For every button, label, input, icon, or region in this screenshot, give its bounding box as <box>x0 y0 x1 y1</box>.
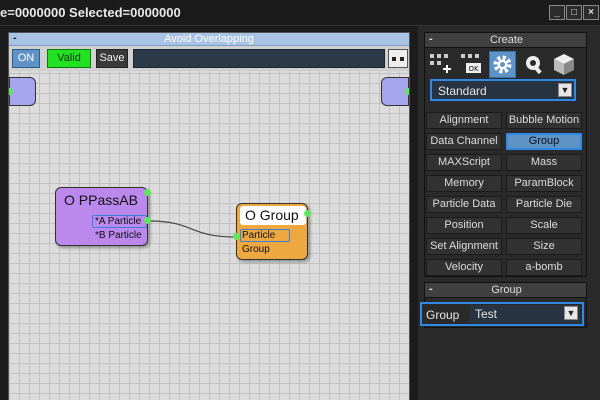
category-dropdown[interactable]: Standard ▼ <box>430 79 576 101</box>
operator-button-particle-data[interactable]: Particle Data <box>426 196 502 213</box>
operator-button-position[interactable]: Position <box>426 217 502 234</box>
chevron-down-icon[interactable]: ▼ <box>564 306 578 320</box>
canvas-header: - Avoid Overlapping <box>9 33 409 46</box>
group-rollout-header[interactable]: - Group <box>425 283 586 298</box>
rollout-title: Group <box>491 284 522 296</box>
node-title: O Group <box>245 207 299 223</box>
operator-button-maxscript[interactable]: MAXScript <box>426 154 502 171</box>
group-dropdown-value: Test <box>475 307 498 321</box>
node-port-label[interactable]: Particle <box>242 230 275 241</box>
operator-button-a-bomb[interactable]: a-bomb <box>506 259 582 276</box>
operator-button-alignment[interactable]: Alignment <box>426 112 502 129</box>
group-label: Group <box>426 308 460 322</box>
port-connector-icon[interactable] <box>233 233 240 240</box>
canvas-toolbar: ON Valid Save <box>9 46 409 71</box>
create-ok-icon[interactable]: OK <box>458 51 485 78</box>
rollout-title: Create <box>489 34 524 46</box>
operator-button-bubble-motion[interactable]: Bubble Motion <box>506 112 582 129</box>
restore-button[interactable]: □ <box>566 5 582 20</box>
port-connector-icon[interactable] <box>144 217 151 224</box>
wrench-icon[interactable] <box>520 51 547 78</box>
node-canvas[interactable]: - Avoid Overlapping ON Valid Save O PPas… <box>8 32 410 400</box>
create-rollout-header[interactable]: - Create <box>425 33 586 48</box>
command-panel: - Create OK Standard ▼ Alignment Bubble … <box>418 26 600 400</box>
operator-button-set-alignment[interactable]: Set Alignment <box>426 238 502 255</box>
canvas-input-port[interactable] <box>9 77 36 106</box>
ppassab-node[interactable]: O PPassAB *A Particle *B Particle <box>55 187 151 246</box>
node-port-label[interactable]: Group <box>242 244 270 255</box>
toolbar-name-field[interactable] <box>133 49 385 68</box>
port-connector-icon[interactable] <box>9 88 13 95</box>
port-connector-icon[interactable] <box>144 189 151 196</box>
operator-button-paramblock[interactable]: ParamBlock <box>506 175 582 192</box>
operator-button-memory[interactable]: Memory <box>426 175 502 192</box>
canvas-output-port[interactable] <box>381 77 409 106</box>
operator-button-mass[interactable]: Mass <box>506 154 582 171</box>
editor-panel: - Avoid Overlapping ON Valid Save O PPas… <box>0 26 418 400</box>
create-tab-icons: OK <box>427 51 577 79</box>
create-particles-icon[interactable] <box>427 51 454 78</box>
port-connector-icon[interactable] <box>304 210 311 217</box>
operator-button-velocity[interactable]: Velocity <box>426 259 502 276</box>
minimize-button[interactable]: _ <box>549 5 565 20</box>
window-title: e=0000000 Selected=0000000 <box>0 5 181 20</box>
title-bar: e=0000000 Selected=0000000 _ □ × <box>0 0 600 26</box>
operator-button-size[interactable]: Size <box>506 238 582 255</box>
valid-button[interactable]: Valid <box>47 49 91 68</box>
operator-button-group[interactable]: Group <box>506 133 582 150</box>
cube-icon[interactable] <box>551 51 578 78</box>
canvas-title: Avoid Overlapping <box>164 33 254 45</box>
operator-button-data-channel[interactable]: Data Channel <box>426 133 502 150</box>
node-title: O PPassAB <box>64 192 138 208</box>
operator-button-particle-die[interactable]: Particle Die <box>506 196 582 213</box>
close-button[interactable]: × <box>583 5 599 20</box>
group-dropdown[interactable]: Test ▼ <box>470 305 580 323</box>
on-toggle-button[interactable]: ON <box>12 49 40 68</box>
port-connector-icon[interactable] <box>405 88 409 95</box>
group-node[interactable]: O Group Particle Group <box>233 203 311 260</box>
operator-button-scale[interactable]: Scale <box>506 217 582 234</box>
node-port-label[interactable]: *B Particle <box>95 230 142 241</box>
svg-text:OK: OK <box>468 65 479 73</box>
save-button[interactable]: Save <box>96 49 128 68</box>
gear-icon[interactable] <box>489 51 516 78</box>
node-port-label[interactable]: *A Particle <box>95 216 141 227</box>
chevron-down-icon[interactable]: ▼ <box>558 83 572 97</box>
group-field: Group Test ▼ <box>420 302 584 326</box>
view-toggle-icon[interactable] <box>388 49 408 68</box>
category-dropdown-value: Standard <box>438 84 487 98</box>
